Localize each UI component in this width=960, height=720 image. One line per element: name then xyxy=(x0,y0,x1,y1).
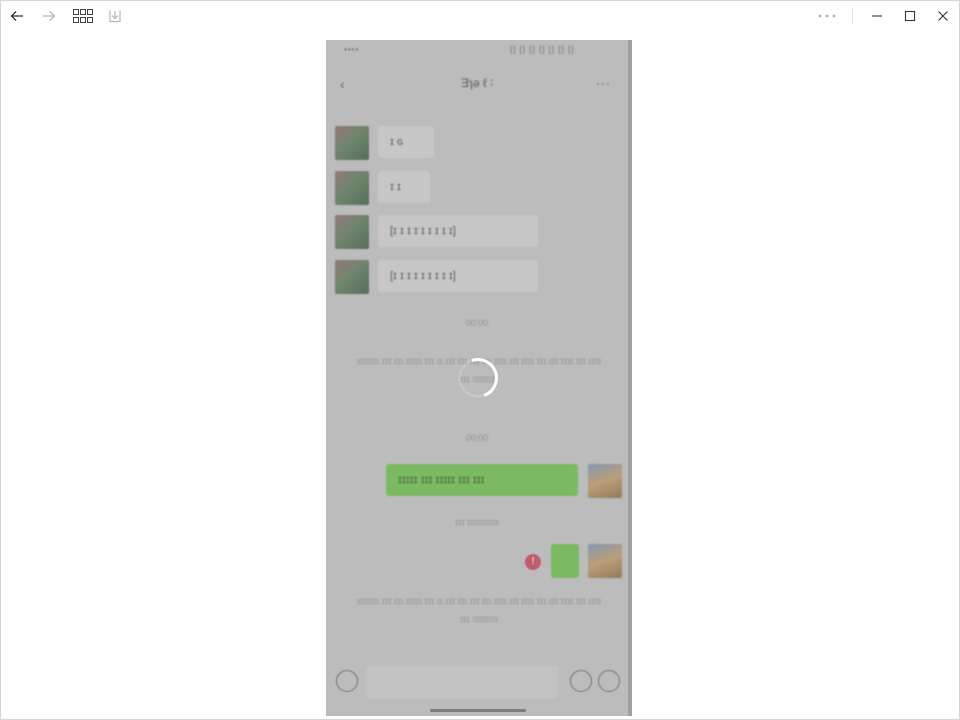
more-button[interactable] xyxy=(812,4,842,28)
arrow-right-icon xyxy=(43,11,56,21)
grid-icon xyxy=(73,9,93,23)
download-icon xyxy=(109,10,121,23)
download-button[interactable] xyxy=(100,4,130,28)
minimize-icon xyxy=(872,15,882,17)
minimize-button[interactable] xyxy=(862,4,892,28)
title-bar xyxy=(0,0,960,32)
close-icon xyxy=(938,11,948,21)
close-button[interactable] xyxy=(928,4,958,28)
image-viewer[interactable]: •••• [] [] [] [] [] [] [] ‹ Ǝɿə ℓ ∶ ··· … xyxy=(326,40,632,716)
title-separator xyxy=(852,8,853,24)
maximize-icon xyxy=(904,10,916,22)
more-icon xyxy=(818,14,836,18)
arrow-left-icon xyxy=(10,11,23,21)
back-button[interactable] xyxy=(2,4,32,28)
maximize-button[interactable] xyxy=(895,4,925,28)
forward-button[interactable] xyxy=(34,4,64,28)
gallery-button[interactable] xyxy=(68,4,98,28)
